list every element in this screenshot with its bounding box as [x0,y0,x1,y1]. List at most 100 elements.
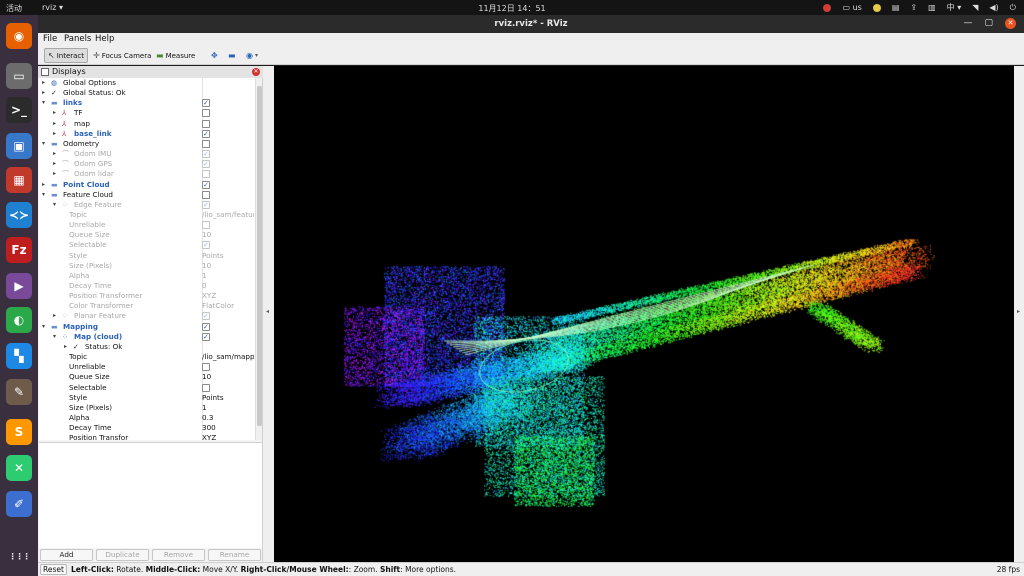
gimp-icon[interactable]: ✎ [6,379,32,405]
scrollbar-thumb[interactable] [257,86,262,426]
tray-upload-icon[interactable]: ⇪ [910,3,917,12]
left-splitter[interactable]: ◂ [263,66,274,562]
minimize-icon[interactable]: — [963,18,972,29]
tree-row[interactable]: ▸ ⅄ map [39,119,254,129]
tree-row[interactable]: ▾ ⁘ Map (cloud) [39,332,254,342]
tree-row[interactable]: Unreliable [39,220,254,230]
expand-arrow-icon[interactable]: ▾ [42,322,45,332]
tree-row[interactable]: Style Points [39,251,254,261]
tray-app-icon[interactable]: ▤ [892,3,900,12]
tree-row-value[interactable]: /lio_sam/mapping/clo... [202,352,254,362]
tree-row-value[interactable]: 1 [202,271,207,281]
enable-checkbox[interactable] [202,109,210,118]
close-panel-icon[interactable]: ✕ [252,68,260,76]
tree-row[interactable]: Unreliable [39,362,254,372]
tree-row[interactable]: ▾ ⁘ Edge Feature [39,200,254,210]
power-icon[interactable]: ⏻ [1010,3,1016,13]
xmind-icon[interactable]: ✕ [6,455,32,481]
tree-row[interactable]: Position Transformer XYZ [39,291,254,301]
enable-checkbox[interactable] [202,383,210,392]
firefox-icon[interactable]: ◉ [6,23,32,49]
todesk-icon[interactable]: ▚ [6,343,32,369]
collapse-right-icon[interactable]: ▸ [1017,308,1020,315]
tree-row-value[interactable]: Points [202,393,224,403]
tray-monitor-icon[interactable]: ▥ [928,3,936,12]
tree-row[interactable]: ▸ ⌒ Odom lidar [39,169,254,179]
duplicate-button[interactable]: Duplicate [96,549,149,561]
tree-row[interactable]: Size (Pixels) 10 [39,261,254,271]
collapse-arrow-icon[interactable]: ▸ [53,129,56,139]
collapse-arrow-icon[interactable]: ▸ [42,78,45,88]
enable-checkbox[interactable] [202,129,210,139]
tree-row[interactable]: Alpha 1 [39,271,254,281]
collapse-arrow-icon[interactable]: ▸ [53,108,56,118]
vscode-icon[interactable]: ≺≻ [6,202,32,228]
tree-row-value[interactable]: 300 [202,423,216,433]
expand-arrow-icon[interactable]: ▾ [53,332,56,342]
remove-button[interactable]: Remove [152,549,205,561]
tree-row[interactable]: Decay Time 0 [39,281,254,291]
collapse-arrow-icon[interactable]: ▸ [64,342,67,352]
tree-row[interactable]: Size (Pixels) 1 [39,403,254,413]
enable-checkbox[interactable] [202,311,210,321]
activities-button[interactable]: 活动 [6,3,22,14]
enable-checkbox[interactable] [202,363,210,372]
emoji-icon[interactable] [872,3,881,12]
enable-checkbox[interactable] [202,221,210,230]
enable-checkbox[interactable] [202,119,210,128]
enable-checkbox[interactable] [202,200,210,210]
interact-tool-button[interactable]: ↖ Interact [44,48,89,63]
collapse-arrow-icon[interactable]: ▸ [42,180,45,190]
collapse-arrow-icon[interactable]: ▸ [53,159,56,169]
language-indicator[interactable]: 中 ▾ [947,2,962,13]
tree-row[interactable]: ▾ ▬ links [39,98,254,108]
expand-arrow-icon[interactable]: ▾ [53,200,56,210]
tree-row-value[interactable]: 10 [202,372,211,382]
tree-row[interactable]: Position Transfor XYZ [39,433,254,440]
tree-row-value[interactable]: 10 [202,261,211,271]
enable-checkbox[interactable] [202,170,210,179]
tree-row[interactable]: ▾ ▬ Feature Cloud [39,190,254,200]
tree-row[interactable]: Decay Time 300 [39,423,254,433]
enable-checkbox[interactable] [202,159,210,169]
collapse-arrow-icon[interactable]: ▸ [42,88,45,98]
tool-options-button[interactable]: ◉ ▾ [243,48,261,63]
system-tray[interactable]: ▭ us ▤ ⇪ ▥ 中 ▾ ◥ ◀) ⏻ [823,2,1016,13]
collapse-arrow-icon[interactable]: ▸ [53,149,56,159]
tree-row-value[interactable]: /lio_sam/feature/clou... [202,210,254,220]
focus-camera-button[interactable]: ✛ Focus Camera [90,48,154,63]
add-button[interactable]: Add [40,549,93,561]
expand-arrow-icon[interactable]: ▾ [42,98,45,108]
tree-row-value[interactable]: 10 [202,230,211,240]
tree-row[interactable]: Topic/lio_sam/feature/clou... [39,210,254,220]
screenshot-icon[interactable]: ▣ [6,133,32,159]
tree-row[interactable]: ▸ ✓ Global Status: Ok [39,88,254,98]
rename-button[interactable]: Rename [208,549,261,561]
displays-tree[interactable]: ▸ ◍ Global Options ▸ ✓ Global Status: Ok ▾ ▬ lin… [39,78,262,440]
terminal-icon[interactable]: >_ [6,97,32,123]
collapse-arrow-icon[interactable]: ▸ [53,311,56,321]
tree-row-value[interactable]: FlatColor [202,301,234,311]
tree-row[interactable]: ▸ ⌒ Odom GPS [39,159,254,169]
keyboard-icon[interactable]: ▭ us [842,3,861,12]
tree-row[interactable]: ▾ ▬ Mapping [39,322,254,332]
move-camera-button[interactable]: ✥ [208,48,221,63]
filezilla-icon[interactable]: Fz [6,237,32,263]
record-icon[interactable] [823,3,832,12]
enable-checkbox[interactable] [202,180,210,190]
app-menu[interactable]: rviz ▾ [42,3,63,12]
tree-row-value[interactable]: XYZ [202,433,216,440]
files-icon[interactable]: ▭ [6,63,32,89]
editor-icon[interactable]: ✐ [6,491,32,517]
tree-row[interactable]: Alpha 0.3 [39,413,254,423]
render-3d-view[interactable] [274,66,1014,562]
enable-checkbox[interactable] [202,240,210,250]
enable-checkbox[interactable] [202,322,210,332]
tree-row[interactable]: ▸ ◍ Global Options [39,78,254,88]
collapse-arrow-icon[interactable]: ▸ [53,119,56,129]
tree-row[interactable]: Selectable [39,240,254,250]
tree-row-value[interactable]: 0 [202,281,207,291]
tree-row[interactable]: ▸ ✓ Status: Ok [39,342,254,352]
enable-checkbox[interactable] [202,139,210,148]
wifi-icon[interactable]: ◥ [972,3,978,12]
